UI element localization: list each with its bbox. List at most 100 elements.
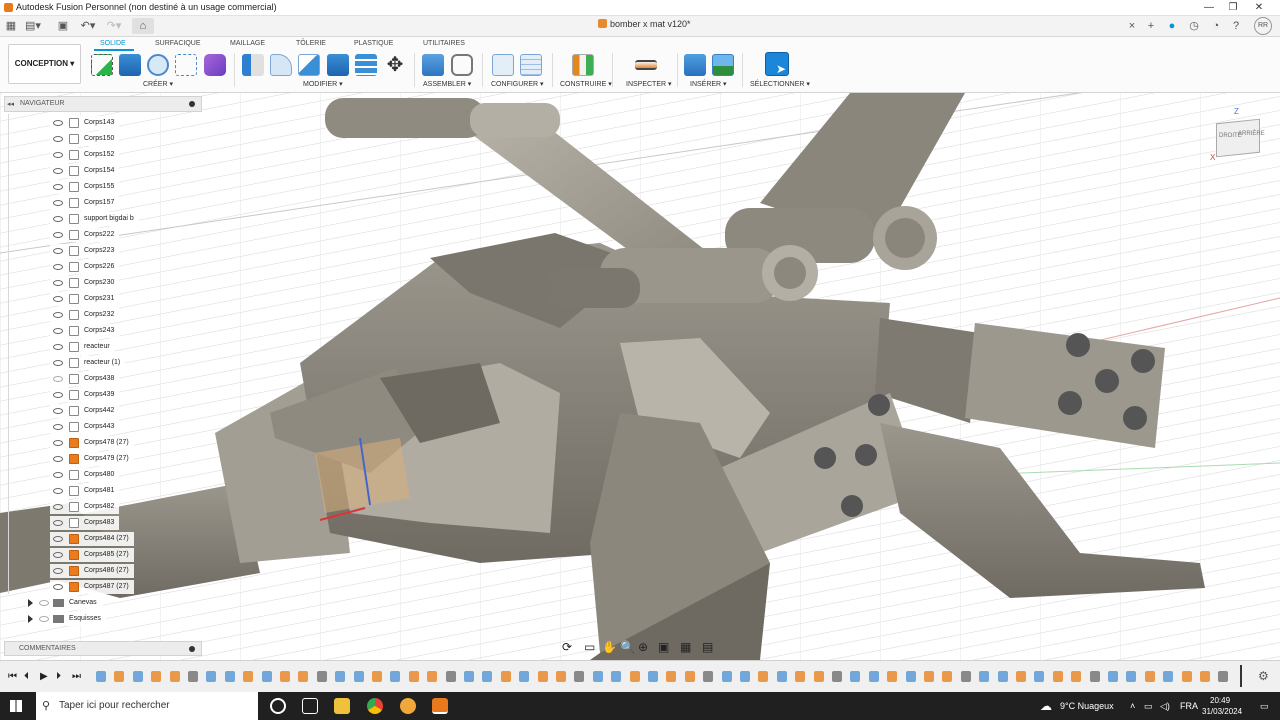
- timeline-feature-icon[interactable]: [666, 671, 677, 682]
- visibility-eye-icon[interactable]: [53, 328, 63, 334]
- timeline-feature-icon[interactable]: [1218, 671, 1229, 682]
- tab-plastique[interactable]: PLASTIQUE: [354, 40, 393, 47]
- timeline-prev-button[interactable]: ⏴: [24, 671, 29, 682]
- timeline-feature-icon[interactable]: [316, 671, 327, 682]
- view-cube-back[interactable]: ARRIÈRE: [1238, 131, 1265, 137]
- save-icon[interactable]: ▣: [56, 18, 70, 34]
- visibility-eye-icon[interactable]: [53, 120, 63, 126]
- timeline-feature-icon[interactable]: [353, 671, 364, 682]
- timeline-features[interactable]: [96, 670, 1246, 684]
- tab-maillage[interactable]: MAILLAGE: [230, 40, 265, 47]
- browser-item[interactable]: Corps143: [50, 116, 120, 130]
- timeline-feature-icon[interactable]: [261, 671, 272, 682]
- timeline-feature-icon[interactable]: [997, 671, 1008, 682]
- expand-arrow-icon[interactable]: [28, 615, 33, 623]
- visibility-eye-icon[interactable]: [53, 200, 63, 206]
- display-settings-icon[interactable]: ▣: [658, 640, 669, 654]
- browser-item[interactable]: Corps486 (27): [50, 564, 134, 578]
- browser-item[interactable]: Corps226: [50, 260, 120, 274]
- browser-item[interactable]: Corps481: [50, 484, 120, 498]
- browser-item[interactable]: support bigdai b: [50, 212, 139, 226]
- visibility-eye-icon[interactable]: [53, 536, 63, 542]
- undo-icon[interactable]: ↶▾: [78, 18, 98, 34]
- browser-item[interactable]: Corps232: [50, 308, 120, 322]
- timeline-settings-icon[interactable]: ⚙: [1258, 669, 1269, 683]
- timeline-feature-icon[interactable]: [740, 671, 750, 682]
- timeline-feature-icon[interactable]: [684, 671, 695, 682]
- timeline-feature-icon[interactable]: [132, 671, 143, 682]
- timeline-next-button[interactable]: ⏵: [56, 671, 61, 682]
- timeline-feature-icon[interactable]: [206, 671, 217, 682]
- timeline-feature-icon[interactable]: [979, 671, 990, 682]
- joint-icon[interactable]: [451, 54, 473, 76]
- timeline-feature-icon[interactable]: [445, 671, 456, 682]
- timeline-feature-icon[interactable]: [482, 671, 493, 682]
- timeline-feature-icon[interactable]: [1071, 671, 1082, 682]
- browser-item[interactable]: Corps154: [50, 164, 120, 178]
- timeline-feature-icon[interactable]: [151, 671, 162, 682]
- visibility-eye-icon[interactable]: [53, 136, 63, 142]
- visibility-eye-icon[interactable]: [53, 504, 63, 510]
- visibility-eye-icon[interactable]: [53, 488, 63, 494]
- view-cube[interactable]: DROITE ARRIÈRE Z X: [1210, 107, 1266, 167]
- browser-item[interactable]: Corps152: [50, 148, 120, 162]
- visibility-eye-icon[interactable]: [53, 408, 63, 414]
- browser-item[interactable]: Corps157: [50, 196, 120, 210]
- timeline-feature-icon[interactable]: [556, 671, 566, 682]
- visibility-eye-icon[interactable]: [53, 312, 63, 318]
- timeline-feature-icon[interactable]: [1052, 671, 1063, 682]
- orbit-icon[interactable]: ⟳: [562, 640, 572, 654]
- fit-icon[interactable]: ⊕: [638, 640, 648, 654]
- navigator-panel-header[interactable]: ◂◂ NAVIGATEUR: [4, 96, 202, 112]
- browser-item[interactable]: Corps478 (27): [50, 436, 134, 450]
- extensions-icon[interactable]: ●: [1166, 18, 1178, 34]
- timeline-last-button[interactable]: ⏭: [72, 671, 81, 682]
- browser-item[interactable]: Corps480: [50, 468, 120, 482]
- timeline-feature-icon[interactable]: [1034, 671, 1045, 682]
- visibility-eye-icon[interactable]: [53, 520, 63, 526]
- shell-icon[interactable]: [327, 54, 349, 76]
- visibility-eye-icon[interactable]: [53, 280, 63, 286]
- browser-item[interactable]: Corps438: [50, 372, 120, 386]
- timeline-feature-icon[interactable]: [114, 671, 125, 682]
- volume-icon[interactable]: ◁): [1160, 692, 1170, 720]
- task-view-icon[interactable]: [302, 698, 318, 714]
- notifications-icon[interactable]: ◔: [1210, 18, 1222, 34]
- browser-folder[interactable]: Esquisses: [26, 612, 107, 626]
- browser-item[interactable]: Corps482: [50, 500, 120, 514]
- timeline-feature-icon[interactable]: [611, 671, 622, 682]
- timeline-feature-icon[interactable]: [243, 671, 254, 682]
- browser-tree[interactable]: Corps143 Corps150 Corps152 Corps154 Corps155…: [0, 114, 200, 629]
- visibility-eye-icon[interactable]: [53, 152, 63, 158]
- app-grid-icon[interactable]: ▦: [4, 18, 18, 34]
- timeline-feature-icon[interactable]: [169, 671, 180, 682]
- timeline-feature-icon[interactable]: [1181, 671, 1192, 682]
- browser-item[interactable]: reacteur (1): [50, 356, 126, 370]
- timeline-feature-icon[interactable]: [188, 671, 198, 682]
- timeline-feature-icon[interactable]: [942, 671, 953, 682]
- insert-canvas-icon[interactable]: [712, 54, 734, 76]
- group-inspecter[interactable]: INSPECTER ▾: [626, 80, 672, 88]
- zoom-icon[interactable]: 🔍: [620, 640, 635, 654]
- browser-item[interactable]: Corps150: [50, 132, 120, 146]
- visibility-eye-icon[interactable]: [53, 216, 63, 222]
- timeline-feature-icon[interactable]: [1126, 671, 1137, 682]
- browser-item[interactable]: Corps155: [50, 180, 120, 194]
- tray-chevron-icon[interactable]: ˄: [1130, 692, 1135, 720]
- timeline-feature-icon[interactable]: [335, 671, 346, 682]
- visibility-eye-icon[interactable]: [53, 456, 63, 462]
- comments-add-icon[interactable]: [189, 646, 195, 652]
- visibility-eye-icon[interactable]: [53, 344, 63, 350]
- split-body-icon[interactable]: [355, 54, 377, 76]
- timeline-feature-icon[interactable]: [795, 671, 806, 682]
- tab-utilitaires[interactable]: UTILITAIRES: [423, 40, 465, 47]
- visibility-eye-icon[interactable]: [53, 584, 63, 590]
- close-window-button[interactable]: ✕: [1248, 0, 1270, 16]
- minimize-button[interactable]: —: [1198, 0, 1220, 16]
- new-component-icon[interactable]: [422, 54, 444, 76]
- timeline-feature-icon[interactable]: [574, 671, 585, 682]
- language-indicator[interactable]: FRA: [1180, 692, 1198, 720]
- browser-item[interactable]: Corps484 (27): [50, 532, 134, 546]
- navigator-collapse-icon[interactable]: ◂◂: [7, 100, 14, 108]
- timeline-feature-icon[interactable]: [758, 671, 769, 682]
